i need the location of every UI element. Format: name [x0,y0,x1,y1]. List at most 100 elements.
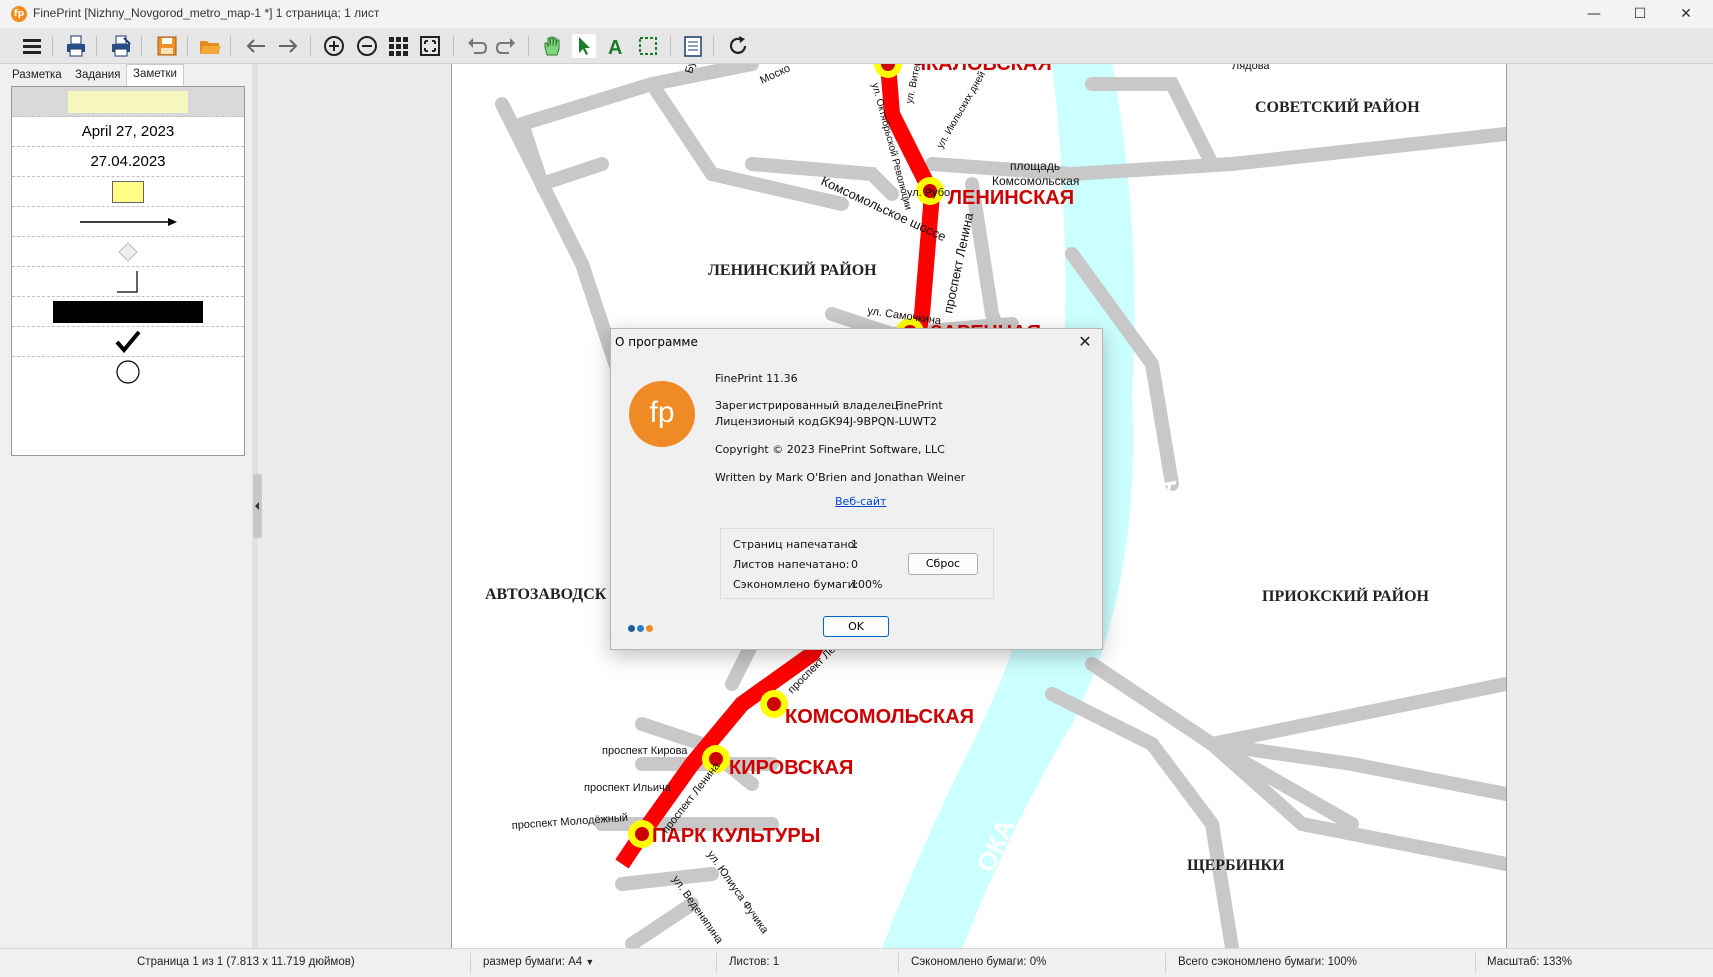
street-moskov: Моско [758,64,792,87]
reset-button[interactable]: Сброс [908,553,978,575]
ok-button[interactable]: OK [823,616,889,637]
sticky-note-icon [112,180,144,203]
street-rubo: ул. Рубо [907,187,950,199]
district-sovetsky: СОВЕТСКИЙ РАЙОН [1255,97,1420,116]
note-highlight[interactable] [12,87,244,117]
about-dialog: О программе ✕ fp FinePrint 11.36 Зарегис… [610,328,1103,650]
print-icon[interactable] [64,34,88,58]
street-ploshad: площадь [1010,159,1060,173]
district-leninsky: ЛЕНИНСКИЙ РАЙОН [708,260,877,279]
note-checkmark[interactable] [12,327,244,357]
status-sheets: Листов: 1 [729,956,780,968]
website-link[interactable]: Веб-сайт [835,495,886,508]
diamond-icon [118,241,138,262]
open-folder-icon[interactable] [198,34,222,58]
hand-tool-icon[interactable] [540,34,564,58]
sheets-printed-label: Листов напечатано: [733,558,850,571]
zoom-out-icon[interactable] [355,34,379,58]
checkmark-icon [115,330,141,353]
station-label-park-kultury: ПАРК КУЛЬТУРЫ [652,825,820,847]
menu-icon[interactable] [20,34,44,58]
minimize-button[interactable]: — [1571,2,1617,26]
note-redaction[interactable] [12,297,244,327]
pages-printed-value: 1 [851,538,858,551]
fineprint-app-icon: fp [11,6,27,22]
select-tool-icon[interactable] [572,34,596,58]
close-window-button[interactable]: ✕ [1663,2,1709,26]
title-bar: fp FinePrint [Nizhny_Novgorod_metro_map-… [0,0,1713,28]
window-title: FinePrint [Nizhny_Novgorod_metro_map-1 *… [33,6,380,20]
note-date-long[interactable]: April 27, 2023 [12,117,244,147]
copyright-text: Copyright © 2023 FinePrint Software, LLC [715,443,945,456]
street-kirova: проспект Кирова [602,745,688,757]
license-value: GK94J-9BPQN-LUWT2 [820,415,937,428]
district-priokskiy: ПРИОКСКИЙ РАЙОН [1262,586,1430,605]
tab-jobs[interactable]: Задания [69,66,126,85]
print-stats: Страниц напечатано: 1 Листов напечатано:… [720,528,994,599]
left-panel: Разметка Задания Заметки April 27, 2023 … [0,64,252,948]
district-shcherbinki: ЩЕРБИНКИ [1187,857,1285,874]
note-arrow[interactable] [12,207,244,237]
note-circle[interactable] [12,357,244,386]
fineprint-logo: fp [629,381,695,447]
notes-icon[interactable] [681,34,705,58]
station-label-leninskaya: ЛЕНИНСКАЯ [948,187,1074,209]
status-saved: Сэкономлено бумаги: 0% [911,956,1047,968]
forward-icon[interactable] [276,34,300,58]
collapse-panel-handle[interactable] [253,474,262,538]
street-komsomolskaya-square: Комсомольская [992,174,1079,188]
chevron-down-icon: ▼ [585,957,595,967]
station-label-komsomolskaya: КОМСОМОЛЬСКАЯ [785,706,974,728]
status-bar: Страница 1 из 1 (7.813 x 11.719 дюймов) … [0,948,1713,977]
sheets-printed-value: 0 [851,558,858,571]
status-paper-size[interactable]: размер бумаги: A4 ▼ [483,956,594,968]
street-lyadova: Лядова [1232,64,1270,72]
street-ilicha: проспект Ильича [584,782,672,794]
corner-icon [117,270,138,293]
paper-saved-value: 100% [851,578,883,591]
undo-icon[interactable] [465,34,489,58]
river-label-oka-upper: ОКА [1143,476,1182,535]
arrow-icon [80,217,177,226]
district-avtozavodsky: АВТОЗАВОДСК [485,586,607,603]
paper-size-text: размер бумаги: A4 [483,956,583,968]
redo-icon[interactable] [494,34,518,58]
notes-list: April 27, 2023 27.04.2023 [11,86,245,456]
zoom-in-icon[interactable] [322,34,346,58]
tab-notes[interactable]: Заметки [126,64,184,86]
dot-orange [646,625,653,632]
authors-text: Written by Mark O'Brien and Jonathan Wei… [715,471,966,484]
product-version: FinePrint 11.36 [715,372,798,385]
refresh-icon[interactable] [726,34,750,58]
back-icon[interactable] [244,34,268,58]
highlight-swatch [68,90,188,113]
tab-layout[interactable]: Разметка [6,66,68,85]
owner-label: Зарегистрированный владелец: [715,399,903,412]
dialog-close-button[interactable]: ✕ [1074,331,1096,353]
dialog-title: О программе [615,335,698,349]
license-label: Лицензионый код: [715,415,823,428]
paper-saved-label: Сэкономлено бумаги: [733,578,859,591]
status-page-info: Страница 1 из 1 (7.813 x 11.719 дюймов) [137,956,355,968]
owner-value: FinePrint [895,399,943,412]
note-sticky[interactable] [12,177,244,207]
status-total-saved: Всего сэкономлено бумаги: 100% [1178,956,1358,968]
svg-text:A: A [608,37,622,57]
dot-dark-blue [628,625,635,632]
note-date-short[interactable]: 27.04.2023 [12,147,244,177]
save-icon[interactable] [155,34,179,58]
note-diamond[interactable] [12,237,244,267]
street-lenina-upper: проспект Ленина [940,211,976,315]
fit-page-icon[interactable] [418,34,442,58]
maximize-button[interactable]: ☐ [1617,2,1663,26]
text-tool-icon[interactable]: A [604,34,628,58]
toolbar: A [0,28,1713,64]
note-corner[interactable] [12,267,244,297]
print-settings-icon[interactable] [109,34,133,58]
status-zoom: Масштаб: 133% [1487,956,1573,968]
pages-printed-label: Страниц напечатано: [733,538,859,551]
station-label-kirovskaya: КИРОВСКАЯ [729,757,853,779]
black-bar [53,300,203,323]
marquee-tool-icon[interactable] [636,34,660,58]
grid-icon[interactable] [386,34,410,58]
